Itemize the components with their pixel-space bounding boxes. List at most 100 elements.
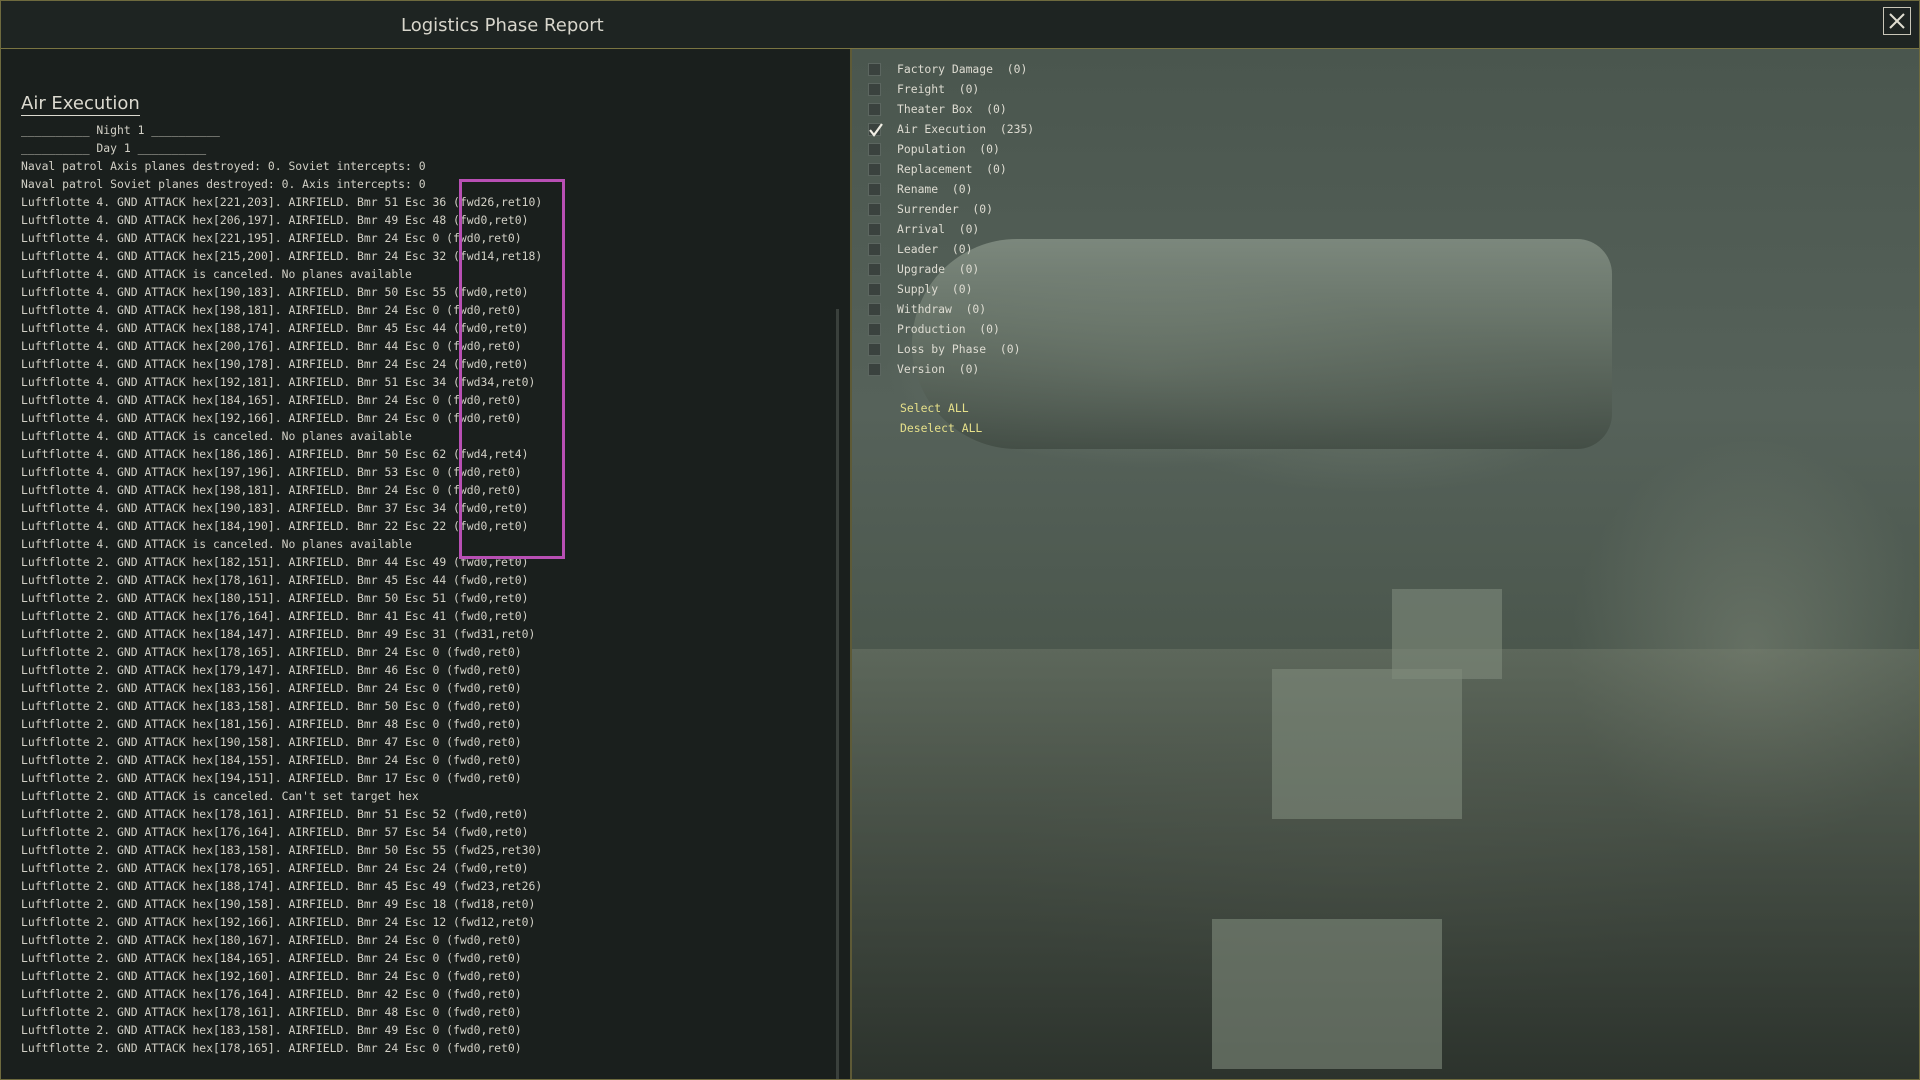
filter-item[interactable]: Version (0) <box>868 359 1034 379</box>
filter-checkbox[interactable] <box>868 182 881 196</box>
filter-label: Production (0) <box>897 322 1000 336</box>
filter-item[interactable]: Replacement (0) <box>868 159 1034 179</box>
log-line: Luftflotte 4. GND ATTACK is canceled. No… <box>21 429 412 443</box>
filter-checkbox[interactable] <box>868 282 881 296</box>
filter-item[interactable]: Production (0) <box>868 319 1034 339</box>
filter-checkbox[interactable] <box>868 322 881 336</box>
filter-item[interactable]: Freight (0) <box>868 79 1034 99</box>
window-title: Logistics Phase Report <box>401 15 604 36</box>
filter-checkbox[interactable] <box>868 242 881 256</box>
log-line: Luftflotte 2. GND ATTACK hex[178,165]. A… <box>21 861 529 875</box>
filter-label: Supply (0) <box>897 282 973 296</box>
filter-label: Withdraw (0) <box>897 302 987 316</box>
log-line: Luftflotte 2. GND ATTACK is canceled. Ca… <box>21 789 419 803</box>
log-line: Luftflotte 4. GND ATTACK hex[190,178]. A… <box>21 357 529 371</box>
log-line: Luftflotte 2. GND ATTACK hex[181,156]. A… <box>21 717 522 731</box>
filter-label: Replacement (0) <box>897 162 1007 176</box>
log-line: Luftflotte 2. GND ATTACK hex[184,147]. A… <box>21 627 536 641</box>
log-line: Luftflotte 2. GND ATTACK hex[192,166]. A… <box>21 915 536 929</box>
log-line: Luftflotte 4. GND ATTACK hex[188,174]. A… <box>21 321 529 335</box>
log-line: Luftflotte 4. GND ATTACK hex[197,196]. A… <box>21 465 522 479</box>
log-line: Luftflotte 2. GND ATTACK hex[180,167]. A… <box>21 933 522 947</box>
filter-label: Leader (0) <box>897 242 973 256</box>
filter-label: Surrender (0) <box>897 202 994 216</box>
filter-label: Freight (0) <box>897 82 980 96</box>
filter-item[interactable]: Population (0) <box>868 139 1034 159</box>
background-photo-crate <box>1272 669 1462 819</box>
filter-label: Air Execution (235) <box>897 122 1035 136</box>
background-photo-crate <box>1212 919 1442 1069</box>
log-line: Luftflotte 2. GND ATTACK hex[190,158]. A… <box>21 735 522 749</box>
filter-item[interactable]: Leader (0) <box>868 239 1034 259</box>
filter-checkbox[interactable] <box>868 262 881 276</box>
checkmark-icon <box>869 122 883 137</box>
filter-checkbox[interactable] <box>868 362 881 376</box>
log-line: Luftflotte 4. GND ATTACK hex[190,183]. A… <box>21 501 529 515</box>
filter-checkbox[interactable] <box>868 342 881 356</box>
log-line: Luftflotte 2. GND ATTACK hex[183,158]. A… <box>21 699 522 713</box>
deselect-all-link[interactable]: Deselect ALL <box>900 421 982 435</box>
log-scrollbar[interactable] <box>836 309 839 1079</box>
filter-item[interactable]: Factory Damage (0) <box>868 59 1034 79</box>
filter-checkbox[interactable] <box>868 62 881 76</box>
filter-checkbox[interactable] <box>868 82 881 96</box>
filter-checkbox[interactable] <box>868 102 881 116</box>
filter-label: Arrival (0) <box>897 222 980 236</box>
log-line: Luftflotte 4. GND ATTACK hex[192,181]. A… <box>21 375 536 389</box>
log-line: Naval patrol Axis planes destroyed: 0. S… <box>21 159 426 173</box>
close-icon <box>1889 13 1905 29</box>
report-window: Logistics Phase Report Air Execution ___… <box>0 0 1920 1080</box>
close-button[interactable] <box>1883 7 1911 35</box>
log-line: Luftflotte 2. GND ATTACK hex[179,147]. A… <box>21 663 522 677</box>
filter-checkbox[interactable] <box>868 122 883 137</box>
log-line: Luftflotte 2. GND ATTACK hex[184,155]. A… <box>21 753 522 767</box>
filter-item[interactable]: Supply (0) <box>868 279 1034 299</box>
filter-item[interactable]: Withdraw (0) <box>868 299 1034 319</box>
log-line: Luftflotte 2. GND ATTACK hex[192,160]. A… <box>21 969 522 983</box>
log-line: Luftflotte 4. GND ATTACK hex[200,176]. A… <box>21 339 522 353</box>
filter-item[interactable]: Rename (0) <box>868 179 1034 199</box>
log-line: Luftflotte 4. GND ATTACK hex[206,197]. A… <box>21 213 529 227</box>
background-photo-crate <box>1392 589 1502 679</box>
log-line: Luftflotte 2. GND ATTACK hex[183,158]. A… <box>21 843 543 857</box>
log-line: Luftflotte 4. GND ATTACK hex[221,203]. A… <box>21 195 543 209</box>
select-all-link[interactable]: Select ALL <box>900 401 969 415</box>
log-line: Luftflotte 2. GND ATTACK hex[183,158]. A… <box>21 1023 522 1037</box>
filter-item[interactable]: Loss by Phase (0) <box>868 339 1034 359</box>
log-line: Luftflotte 4. GND ATTACK hex[198,181]. A… <box>21 303 522 317</box>
filter-label: Loss by Phase (0) <box>897 342 1021 356</box>
log-line: Luftflotte 2. GND ATTACK hex[184,165]. A… <box>21 951 522 965</box>
log-line: Luftflotte 4. GND ATTACK hex[192,166]. A… <box>21 411 522 425</box>
log-line: Luftflotte 4. GND ATTACK hex[184,190]. A… <box>21 519 529 533</box>
log-line: __________ Night 1 __________ <box>21 123 220 137</box>
log-line: Luftflotte 2. GND ATTACK hex[178,161]. A… <box>21 573 529 587</box>
filter-item[interactable]: Upgrade (0) <box>868 259 1034 279</box>
section-heading: Air Execution <box>21 93 140 116</box>
filter-label: Population (0) <box>897 142 1000 156</box>
log-line: Luftflotte 4. GND ATTACK hex[215,200]. A… <box>21 249 543 263</box>
filter-list: Factory Damage (0) Freight (0) Theater Box… <box>868 59 1034 379</box>
filter-label: Upgrade (0) <box>897 262 980 276</box>
log-line: Luftflotte 2. GND ATTACK hex[176,164]. A… <box>21 987 522 1001</box>
log-list: __________ Night 1 __________ __________ … <box>21 121 831 1057</box>
filter-label: Rename (0) <box>897 182 973 196</box>
log-line: Luftflotte 2. GND ATTACK hex[190,158]. A… <box>21 897 536 911</box>
filter-item[interactable]: Arrival (0) <box>868 219 1034 239</box>
log-line: Luftflotte 4. GND ATTACK hex[190,183]. A… <box>21 285 529 299</box>
filter-item[interactable]: Air Execution (235) <box>868 119 1034 139</box>
filter-item[interactable]: Surrender (0) <box>868 199 1034 219</box>
log-line: Luftflotte 2. GND ATTACK hex[178,165]. A… <box>21 1041 522 1055</box>
log-line: Luftflotte 2. GND ATTACK hex[176,164]. A… <box>21 825 529 839</box>
filter-checkbox[interactable] <box>868 302 881 316</box>
log-line: __________ Day 1 __________ <box>21 141 207 155</box>
log-line: Luftflotte 4. GND ATTACK hex[221,195]. A… <box>21 231 522 245</box>
log-line: Luftflotte 2. GND ATTACK hex[178,165]. A… <box>21 645 522 659</box>
filter-checkbox[interactable] <box>868 202 881 216</box>
log-line: Luftflotte 4. GND ATTACK hex[184,165]. A… <box>21 393 522 407</box>
filter-checkbox[interactable] <box>868 222 881 236</box>
filter-item[interactable]: Theater Box (0) <box>868 99 1034 119</box>
filter-checkbox[interactable] <box>868 142 881 156</box>
filter-checkbox[interactable] <box>868 162 881 176</box>
log-line: Luftflotte 2. GND ATTACK hex[188,174]. A… <box>21 879 543 893</box>
filter-label: Theater Box (0) <box>897 102 1007 116</box>
